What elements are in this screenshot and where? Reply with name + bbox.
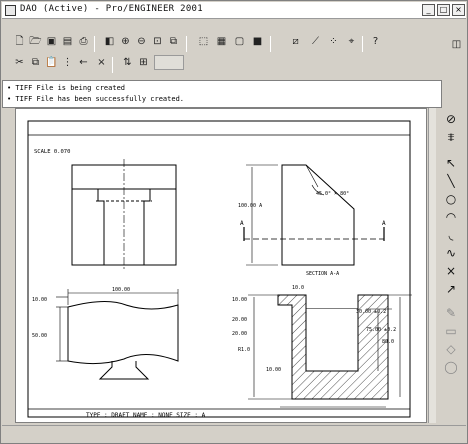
- maximize-button[interactable]: □: [437, 4, 450, 16]
- dim-top-width: 100.00: [112, 287, 130, 293]
- minimize-button[interactable]: _: [422, 4, 435, 16]
- section-view: [248, 294, 412, 408]
- refit-icon[interactable]: ⊡: [150, 34, 165, 49]
- line-icon[interactable]: ╲: [442, 172, 460, 190]
- new-file-icon[interactable]: 🗋: [12, 34, 27, 49]
- shading-icon[interactable]: ■: [250, 34, 265, 49]
- wireframe-icon[interactable]: ⬚: [196, 34, 211, 49]
- scale-note: SCALE 0.070: [34, 149, 70, 155]
- toolbar-separator: [112, 57, 113, 73]
- datum-planes-icon[interactable]: ⧄: [288, 34, 303, 49]
- fillet-icon[interactable]: ◟: [442, 226, 460, 244]
- undo-icon[interactable]: ←: [76, 55, 91, 70]
- datum-points-icon[interactable]: ⁘: [326, 34, 341, 49]
- coordinate-systems-icon[interactable]: ⌖: [344, 34, 359, 49]
- toolbar-separator: [186, 36, 187, 52]
- cut-label-right: A: [382, 220, 386, 227]
- app-icon: [5, 5, 16, 16]
- spline-icon[interactable]: ∿: [442, 244, 460, 262]
- balloon-icon[interactable]: ◯: [442, 358, 460, 376]
- side-view: [243, 164, 385, 266]
- dim-r-f: 20.00: [232, 331, 247, 337]
- message-line: • TIFF File has been successfully create…: [7, 95, 185, 103]
- top-view: [56, 289, 179, 380]
- message-area: • TIFF File is being created • TIFF File…: [2, 80, 442, 108]
- paste-special-icon[interactable]: ⋮: [60, 55, 75, 70]
- edit-toolbar: ✂ ⧉ 📋 ⋮ ← × ⇅ ⊞: [2, 55, 466, 75]
- drawing-sheet: SCALE 0.070 100.00 A 45.0° × 80° A A SEC…: [27, 120, 412, 419]
- dim-left-height: 50.00: [32, 333, 47, 339]
- toolbar-separator: [362, 36, 363, 52]
- toolbar-separator: [270, 36, 271, 52]
- select-arrow-icon[interactable]: ↖: [442, 154, 460, 172]
- paste-icon[interactable]: 📋: [44, 55, 59, 70]
- note-icon[interactable]: ✎: [442, 304, 460, 322]
- point-icon[interactable]: ×: [442, 262, 460, 280]
- print-icon[interactable]: ⎙: [76, 34, 91, 49]
- circle-icon[interactable]: ○: [442, 190, 460, 208]
- datum-display-icon[interactable]: ⊘: [442, 110, 460, 128]
- title-bar[interactable]: DAO (Active) - Pro/ENGINEER 2001 _ □ ×: [2, 2, 466, 19]
- vertical-scrollbar[interactable]: [428, 108, 436, 423]
- dim-left-top: 10.00: [32, 297, 47, 303]
- dim-r-i: 10.00: [266, 367, 281, 373]
- hidden-line-icon[interactable]: ▦: [214, 34, 229, 49]
- zoom-out-icon[interactable]: ⊖: [134, 34, 149, 49]
- cut-label-left: A: [240, 220, 244, 227]
- dim-r-b: 10.00: [232, 297, 247, 303]
- app-window: DAO (Active) - Pro/ENGINEER 2001 _ □ × 🗋…: [0, 0, 468, 444]
- relations-icon[interactable]: ⊞: [136, 55, 151, 70]
- main-toolbar: 🗋 🗁 ▣ ▤ ⎙ ◧ ⊕ ⊖ ⊡ ⧉ ⬚ ▦ ▢ ■ ⧄ ⟋ ⁘ ⌖ ? ◫: [2, 34, 466, 54]
- dim-r-g: 80.0: [382, 339, 394, 345]
- angle-dimension: 45.0° × 80°: [316, 191, 349, 197]
- copy-icon[interactable]: ⧉: [28, 55, 43, 70]
- redo-icon[interactable]: ×: [94, 55, 109, 70]
- dim-vertical-right: 100.00 A: [238, 203, 262, 209]
- save-icon[interactable]: ▣: [44, 34, 59, 49]
- message-line: • TIFF File is being created: [7, 84, 126, 92]
- section-label: SECTION A-A: [306, 271, 339, 277]
- constraint-icon[interactable]: ⩨: [442, 128, 460, 146]
- window-title: DAO (Active) - Pro/ENGINEER 2001: [20, 4, 203, 14]
- dim-r-e: 75.00 ±0.2: [366, 327, 396, 333]
- close-button[interactable]: ×: [452, 4, 465, 16]
- front-view: [71, 159, 177, 269]
- window-menu-icon[interactable]: ◫: [449, 37, 464, 52]
- status-bar: [2, 425, 466, 443]
- symbol-icon[interactable]: ◇: [442, 340, 460, 358]
- open-folder-icon[interactable]: 🗁: [28, 34, 43, 49]
- dim-r-d: 30.00 ±0.2: [356, 309, 386, 315]
- dim-r-h: R1.0: [238, 347, 250, 353]
- cut-icon[interactable]: ✂: [12, 55, 27, 70]
- zoom-in-icon[interactable]: ⊕: [118, 34, 133, 49]
- help-icon[interactable]: ?: [368, 34, 383, 49]
- no-hidden-icon[interactable]: ▢: [232, 34, 247, 49]
- sketch-toolbar: ⊘ ⩨ ↖ ╲ ○ ◠ ◟ ∿ × ↗ ✎ ▭ ◇ ◯: [437, 108, 467, 423]
- dim-r-a: 10.0: [292, 285, 304, 291]
- datum-axes-icon[interactable]: ⟋: [308, 34, 323, 49]
- table-icon[interactable]: ▭: [442, 322, 460, 340]
- title-block: TYPE : DRAFT NAME : NONE SIZE : A: [86, 412, 206, 419]
- repaint-icon[interactable]: ◧: [102, 34, 117, 49]
- dim-r-c: 20.00: [232, 317, 247, 323]
- orient-icon[interactable]: ⧉: [166, 34, 181, 49]
- save-copy-icon[interactable]: ▤: [60, 34, 75, 49]
- regenerate-icon[interactable]: ⇅: [120, 55, 135, 70]
- arc-icon[interactable]: ◠: [442, 208, 460, 226]
- toolbar-separator: [94, 36, 95, 52]
- drawing-canvas[interactable]: SCALE 0.070 100.00 A 45.0° × 80° A A SEC…: [15, 108, 427, 423]
- layer-selector[interactable]: [154, 55, 184, 70]
- dimension-icon[interactable]: ↗: [442, 280, 460, 298]
